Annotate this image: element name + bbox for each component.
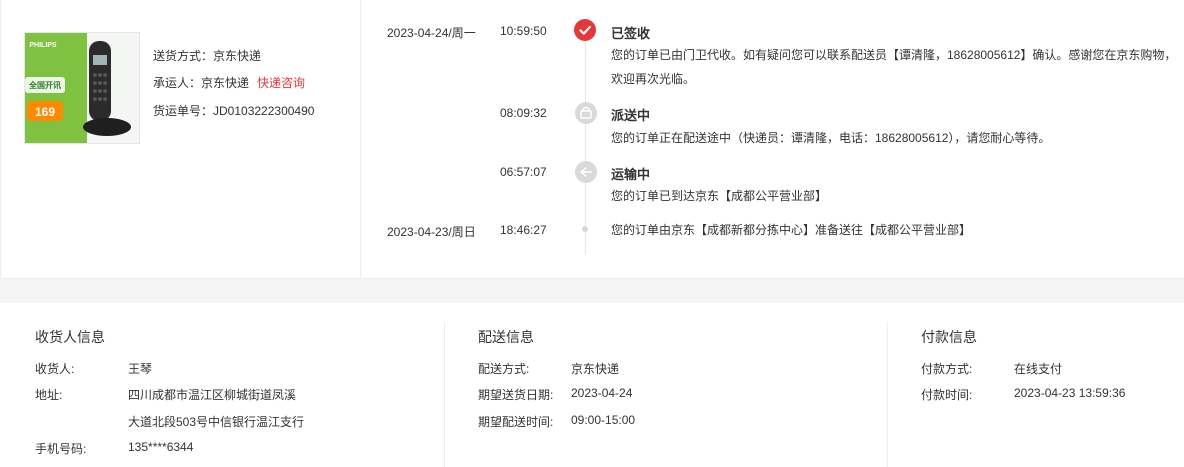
timeline-description: 您的订单已到达京东【成都公平营业部】: [611, 189, 828, 203]
delivery-icon: [575, 102, 597, 124]
shipping-method-row: 送货方式：京东快递: [153, 47, 261, 64]
waybill-value: JD0103222300490: [213, 104, 315, 118]
shipping-method-value: 京东快递: [213, 49, 262, 63]
carrier-label: 承运人：: [153, 76, 202, 90]
timeline-line: [585, 42, 586, 254]
timeline-date: 2023-04-24/周一: [387, 26, 476, 40]
product-brand: PHILIPS: [29, 42, 57, 49]
receiver-name-label: 收货人:: [35, 362, 75, 376]
shipping-method-label: 送货方式：: [153, 49, 214, 63]
transport-icon: [575, 161, 597, 183]
carrier-value: 京东快递: [201, 76, 250, 90]
timeline-date: 2023-04-23/周日: [387, 225, 476, 239]
waybill-row: 货运单号：JD0103222300490: [153, 102, 314, 119]
payment-method-value: 在线支付: [1014, 362, 1063, 376]
timeline-status-title: 派送中: [611, 108, 651, 123]
waybill-label: 货运单号：: [153, 104, 214, 118]
payment-time-value: 2023-04-23 13:59:36: [1014, 386, 1126, 400]
delivery-date-label: 期望送货日期:: [478, 388, 554, 402]
payment-method-label: 付款方式:: [921, 362, 973, 376]
phone-product-icon: 169 全国开讯 PHILIPS: [25, 33, 139, 143]
delivery-method-value: 京东快递: [571, 362, 620, 376]
timeline-time: 18:46:27: [500, 223, 547, 237]
timeline-description: 您的订单已由门卫代收。如有疑问您可以联系配送员【谭清隆，18628005612】…: [611, 48, 1177, 86]
receiver-address-label: 地址:: [35, 388, 63, 402]
dot-icon: [582, 226, 588, 232]
panel-divider: [360, 0, 361, 279]
payment-title: 付款信息: [921, 329, 977, 345]
section-gap: [0, 279, 1184, 303]
delivery-title: 配送信息: [478, 329, 534, 345]
carrier-row: 承运人：京东快递 快递咨询: [153, 74, 305, 91]
receiver-title: 收货人信息: [35, 329, 105, 345]
column-divider: [887, 322, 888, 467]
timeline-description: 您的订单正在配送途中（快递员：谭清隆，电话：18628005612），请您耐心等…: [611, 131, 1051, 145]
delivery-time-label: 期望配送时间:: [478, 415, 554, 429]
delivery-time-value: 09:00-15:00: [571, 413, 636, 427]
delivery-method-label: 配送方式:: [478, 362, 530, 376]
product-badge: 全国开讯: [28, 80, 61, 90]
receiver-phone-value: 135****6344: [128, 440, 194, 454]
check-icon: [574, 19, 596, 41]
receiver-address-line2: 大道北段503号中信银行温江支行: [128, 415, 305, 429]
timeline-time: 06:57:07: [500, 165, 547, 179]
payment-time-label: 付款时间:: [921, 388, 973, 402]
column-divider: [444, 322, 445, 467]
timeline-time: 10:59:50: [500, 24, 547, 38]
product-price: 169: [35, 105, 55, 119]
receiver-address-line1: 四川成都市温江区柳城街道凤溪: [128, 388, 297, 402]
product-image[interactable]: 169 全国开讯 PHILIPS: [24, 32, 140, 144]
courier-inquiry-link[interactable]: 快递咨询: [257, 76, 305, 90]
timeline-status-title: 已签收: [611, 26, 651, 41]
timeline-time: 08:09:32: [500, 106, 547, 120]
delivery-date-value: 2023-04-24: [571, 386, 633, 400]
receiver-name-value: 王琴: [128, 362, 153, 376]
timeline-description: 您的订单由京东【成都新都分拣中心】准备送往【成都公平营业部】: [611, 223, 972, 237]
receiver-phone-label: 手机号码:: [35, 442, 87, 456]
timeline-status-title: 运输中: [611, 167, 651, 182]
